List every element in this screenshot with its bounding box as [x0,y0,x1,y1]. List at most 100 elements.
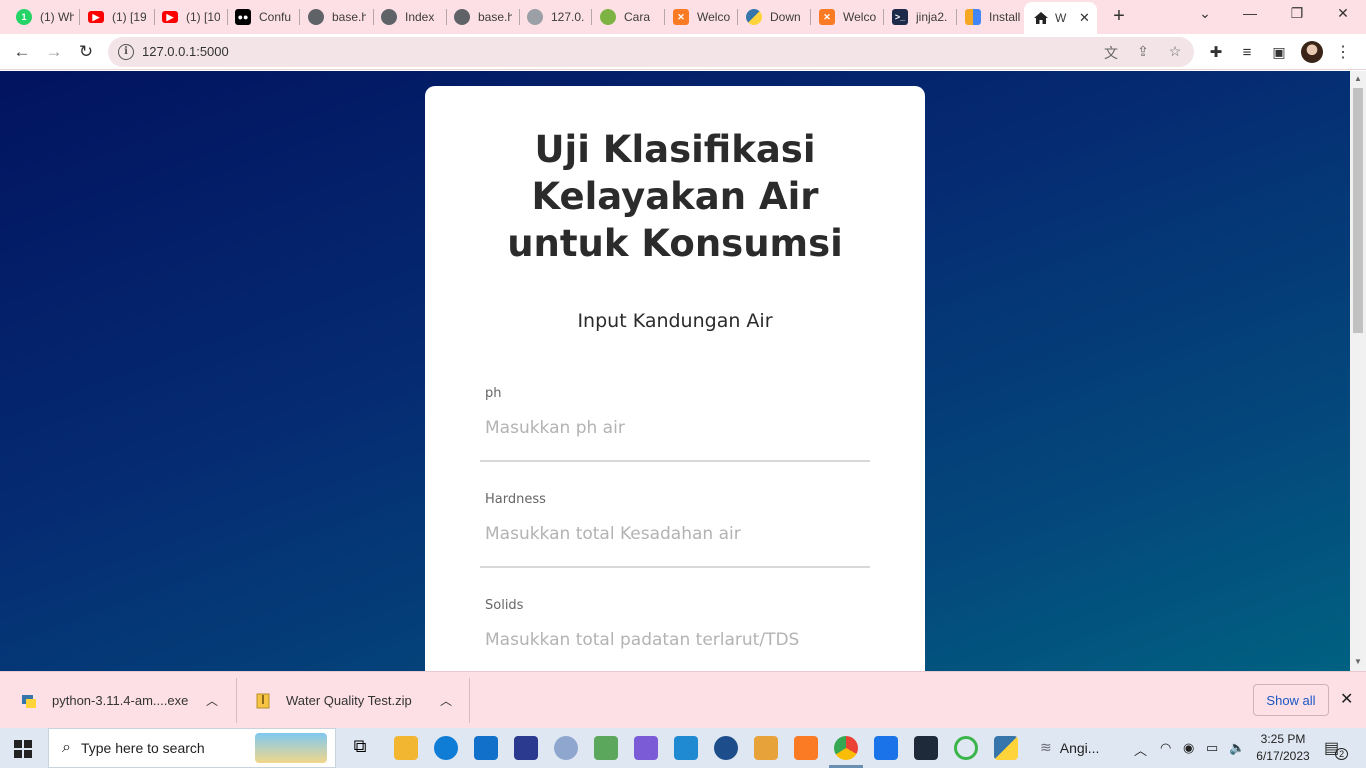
download-shelf: python-3.11.4-am....exe ︿ Water Quality … [0,671,1366,728]
url-text[interactable]: 127.0.0.1:5000 [142,44,229,59]
xampp-icon[interactable] [794,736,818,760]
edge-icon[interactable] [434,736,458,760]
tab-label: W [1055,11,1067,25]
search-highlight-image [255,733,327,763]
terminal-icon[interactable] [914,736,938,760]
volume-icon[interactable]: 🔈 [1229,740,1245,756]
tray-chevron-up-icon[interactable]: ︿ [1134,740,1147,759]
tab-label: Confu [259,10,292,24]
notification-count: 2 [1335,748,1349,761]
restore-button[interactable]: ❐ [1285,5,1309,27]
share-icon[interactable]: ⇪ [1134,43,1152,61]
chevron-up-icon[interactable]: ︿ [440,692,452,709]
medium-icon: ●● [235,9,251,25]
battery-icon[interactable]: ▭ [1206,740,1218,756]
network-app-icon[interactable] [594,736,618,760]
taskbar-search-placeholder: Type here to search [80,740,205,756]
browser-tab[interactable]: Down [730,0,810,34]
notification-center-icon[interactable]: ▤2 [1324,738,1349,761]
wifi-icon[interactable]: ◠ [1160,740,1171,756]
python-icon[interactable] [994,736,1018,760]
active-browser-tab[interactable]: W ✕ [1024,2,1097,34]
browser-tab[interactable]: 127.0. [511,0,591,34]
scroll-down-arrow-icon[interactable]: ▼ [1353,657,1363,666]
form-subtitle: Input Kandungan Air [577,310,773,332]
profile-avatar[interactable] [1300,40,1324,64]
solids-field: Solids [480,598,870,671]
chrome-icon[interactable] [834,736,858,760]
download-item[interactable]: Water Quality Test.zip ︿ [254,672,466,729]
solids-input[interactable] [480,620,870,660]
site-info-icon[interactable]: i [118,44,134,60]
browser-tab[interactable]: base.h [438,0,518,34]
app-icon[interactable] [634,736,658,760]
taskbar-clock[interactable]: 3:25 PM 6/17/2023 [1252,731,1314,765]
weather-widget[interactable]: ≋ Angi... [1040,739,1099,756]
globe-icon [381,9,397,25]
new-tab-button[interactable]: + [1108,6,1130,28]
chevron-up-icon[interactable]: ︿ [206,692,218,709]
virtualbox-icon[interactable] [754,736,778,760]
globe-icon [454,9,470,25]
minimize-button[interactable]: — [1238,5,1262,27]
app-icon[interactable] [514,736,538,760]
ph-input[interactable] [480,408,870,448]
clock-time: 3:25 PM [1260,732,1306,746]
browser-tab[interactable]: >_ jinja2. [876,0,956,34]
tab-label: Down [770,10,801,24]
taskbar-search-box[interactable]: ⌕ Type here to search [48,728,336,768]
back-button[interactable]: ← [10,40,34,64]
page-scrollbar[interactable]: ▲ ▼ [1350,71,1366,671]
browser-tab[interactable]: Index [365,0,445,34]
media-queue-icon[interactable]: ≡ [1235,40,1259,64]
bookmark-star-icon[interactable]: ☆ [1166,43,1184,61]
vscode-icon[interactable] [674,736,698,760]
whatsapp-icon: 1 [16,9,32,25]
browser-tab[interactable]: ▶ (1) [19 [72,0,154,34]
r-language-icon[interactable] [554,736,578,760]
translate-icon[interactable]: 文 [1102,43,1120,61]
side-panel-icon[interactable]: ▣ [1267,40,1291,64]
show-all-downloads-button[interactable]: Show all [1253,684,1329,716]
tab-label: jinja2. [916,10,948,24]
close-tab-icon[interactable]: ✕ [1079,10,1090,26]
tab-label: base.h [332,10,366,24]
task-view-icon[interactable]: ⧉ [348,736,372,760]
mail-icon[interactable] [474,736,498,760]
close-window-button[interactable]: ✕ [1331,5,1355,27]
download-item[interactable]: python-3.11.4-am....exe ︿ [20,672,232,729]
reload-button[interactable]: ↻ [74,40,98,64]
browser-tab[interactable]: ✕ Welco [803,0,883,34]
windows-start-icon[interactable] [14,740,32,758]
tab-search-chevron-icon[interactable]: ⌄ [1193,5,1217,27]
browser-tab[interactable]: base.h [292,0,372,34]
download-filename: Water Quality Test.zip [286,693,412,708]
hardness-label: Hardness [485,492,546,507]
hardness-input[interactable] [480,514,870,554]
tab-label: (1) Wh [40,10,74,24]
tray-app-icon[interactable]: ◉ [1183,740,1194,756]
close-download-shelf-icon[interactable]: ✕ [1340,689,1353,709]
browser-tab[interactable]: Install [949,0,1024,34]
browser-tab[interactable]: ▶ (1) [10 [146,0,226,34]
scroll-up-arrow-icon[interactable]: ▲ [1353,74,1363,83]
python-icon [746,9,762,25]
menu-kebab-icon[interactable]: ⋮ [1331,40,1355,64]
extensions-puzzle-icon[interactable]: ✚ [1204,40,1228,64]
browser-tab[interactable]: ●● Confu [219,0,299,34]
scroll-thumb[interactable] [1353,88,1363,333]
app-icon[interactable] [714,736,738,760]
tab-label: Welco [697,10,731,24]
app-icon[interactable] [954,736,978,760]
installer-file-icon [22,694,36,708]
address-bar[interactable]: i 127.0.0.1:5000 文 ⇪ ☆ [108,37,1194,67]
ph-field: ph [480,386,870,462]
forward-button[interactable]: → [42,40,66,64]
page-viewport: Uji Klasifikasi Kelayakan Air untuk Kons… [0,71,1350,671]
browser-tab[interactable]: Cara [584,0,664,34]
browser-tab[interactable]: 1 (1) Wh [0,0,79,34]
file-explorer-icon[interactable] [394,736,418,760]
app-icon[interactable] [874,736,898,760]
browser-tab[interactable]: ✕ Welco [657,0,737,34]
windows-taskbar: ⌕ Type here to search ⧉ ≋ Angi... ︿ ◠ ◉ … [0,728,1366,768]
